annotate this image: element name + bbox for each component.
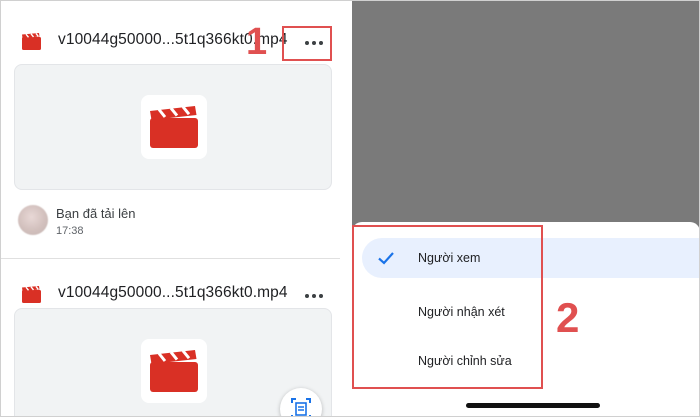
video-file-icon <box>22 286 41 303</box>
step-number-2: 2 <box>556 294 580 341</box>
video-file-icon <box>22 33 41 50</box>
file-name[interactable]: v10044g50000...5t1q366kt0.mp4 <box>58 284 288 302</box>
document-scan-icon <box>291 398 311 417</box>
step-number-1: 1 <box>246 21 268 63</box>
file-list-panel: v10044g50000...5t1q366kt0.mp4 Bạn đã tải… <box>0 0 352 417</box>
more-dot <box>312 294 316 298</box>
upload-info: Bạn đã tải lên 17:38 <box>16 200 336 244</box>
highlight-box-2 <box>352 225 543 389</box>
more-options-button[interactable] <box>300 285 328 307</box>
avatar <box>18 205 48 235</box>
thumbnail-tile <box>141 95 207 159</box>
upload-time: 17:38 <box>56 225 84 237</box>
thumbnail-tile <box>141 339 207 403</box>
file-thumbnail-1[interactable] <box>14 64 332 190</box>
divider <box>0 258 340 259</box>
highlight-box-1 <box>282 26 332 61</box>
uploader-text: Bạn đã tải lên <box>56 206 136 221</box>
more-horizontal-icon <box>305 294 309 298</box>
video-clapper-icon <box>150 105 198 148</box>
more-dot <box>319 294 323 298</box>
video-clapper-icon <box>150 349 198 392</box>
home-indicator <box>466 403 600 408</box>
